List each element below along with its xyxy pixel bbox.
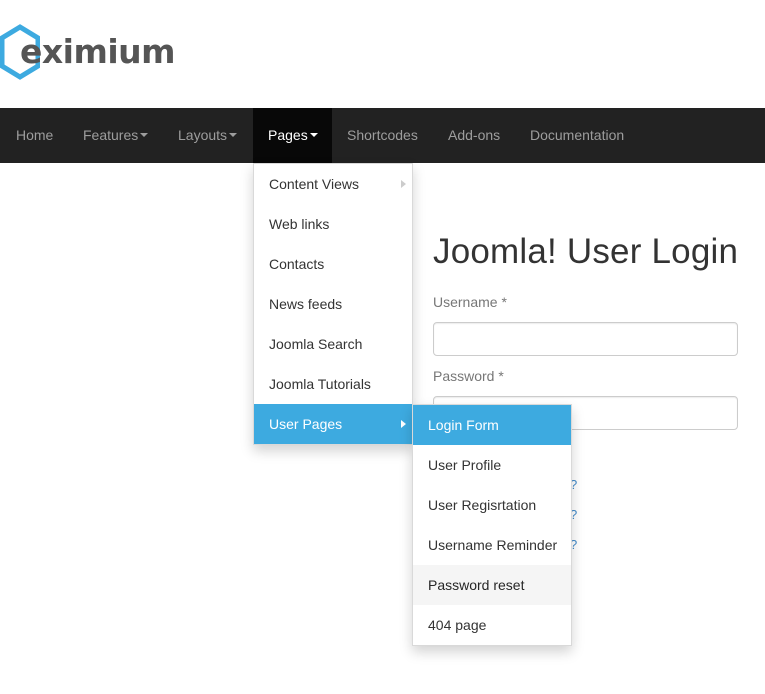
menu-item-label: Content Views [269, 176, 360, 192]
username-label: Username * [433, 294, 507, 310]
nav-documentation[interactable]: Documentation [515, 108, 639, 163]
password-label: Password * [433, 368, 504, 384]
submenu-item-user-registration[interactable]: User Regisrtation [413, 485, 571, 525]
nav-layouts-label: Layouts [178, 127, 228, 143]
menu-item-joomla-tutorials[interactable]: Joomla Tutorials [254, 364, 412, 404]
menu-item-label: User Pages [269, 416, 343, 432]
nav-pages-label: Pages [268, 127, 308, 143]
nav-home[interactable]: Home [1, 108, 68, 163]
submenu-item-login-form[interactable]: Login Form [413, 405, 571, 445]
menu-item-label: Web links [269, 216, 330, 232]
page-title: Joomla! User Login [433, 232, 739, 271]
nav-documentation-label: Documentation [530, 127, 625, 143]
caret-down-icon [229, 133, 238, 138]
nav-addons[interactable]: Add-ons [433, 108, 515, 163]
menu-item-label: Joomla Search [269, 336, 363, 352]
chevron-right-icon [401, 420, 406, 428]
nav-shortcodes-label: Shortcodes [347, 127, 418, 143]
submenu-item-label: User Regisrtation [428, 497, 537, 513]
submenu-item-label: Password reset [428, 577, 525, 593]
caret-down-icon [309, 133, 318, 138]
nav-features[interactable]: Features [68, 108, 163, 163]
menu-item-content-views[interactable]: Content Views [254, 164, 412, 204]
nav-features-label: Features [83, 127, 139, 143]
submenu-item-404-page[interactable]: 404 page [413, 605, 571, 645]
menu-item-label: Joomla Tutorials [269, 376, 371, 392]
nav-layouts[interactable]: Layouts [163, 108, 252, 163]
submenu-item-user-profile[interactable]: User Profile [413, 445, 571, 485]
nav-shortcodes[interactable]: Shortcodes [332, 108, 433, 163]
submenu-item-label: 404 page [428, 617, 487, 633]
pages-dropdown-menu: Content Views Web links Contacts News fe… [253, 163, 413, 445]
menu-item-label: Contacts [269, 256, 325, 272]
caret-down-icon [140, 133, 149, 138]
username-input[interactable] [433, 322, 738, 356]
submenu-item-username-reminder[interactable]: Username Reminder [413, 525, 571, 565]
main-navbar: Home Features Layouts Pages Shortcodes A… [0, 108, 765, 163]
menu-item-news-feeds[interactable]: News feeds [254, 284, 412, 324]
menu-item-contacts[interactable]: Contacts [254, 244, 412, 284]
logo-text: eximium [20, 31, 176, 71]
submenu-item-label: Username Reminder [428, 537, 558, 553]
nav-home-label: Home [16, 127, 54, 143]
nav-addons-label: Add-ons [448, 127, 501, 143]
chevron-right-icon [401, 180, 406, 188]
user-pages-submenu: Login Form User Profile User Regisrtatio… [412, 404, 572, 646]
nav-pages[interactable]: Pages [253, 108, 332, 163]
submenu-item-label: User Profile [428, 457, 502, 473]
menu-item-joomla-search[interactable]: Joomla Search [254, 324, 412, 364]
site-logo[interactable]: eximium [0, 24, 176, 80]
menu-item-user-pages[interactable]: User Pages [254, 404, 412, 444]
menu-item-web-links[interactable]: Web links [254, 204, 412, 244]
menu-item-label: News feeds [269, 296, 343, 312]
submenu-item-password-reset[interactable]: Password reset [413, 565, 571, 605]
submenu-item-label: Login Form [428, 417, 499, 433]
